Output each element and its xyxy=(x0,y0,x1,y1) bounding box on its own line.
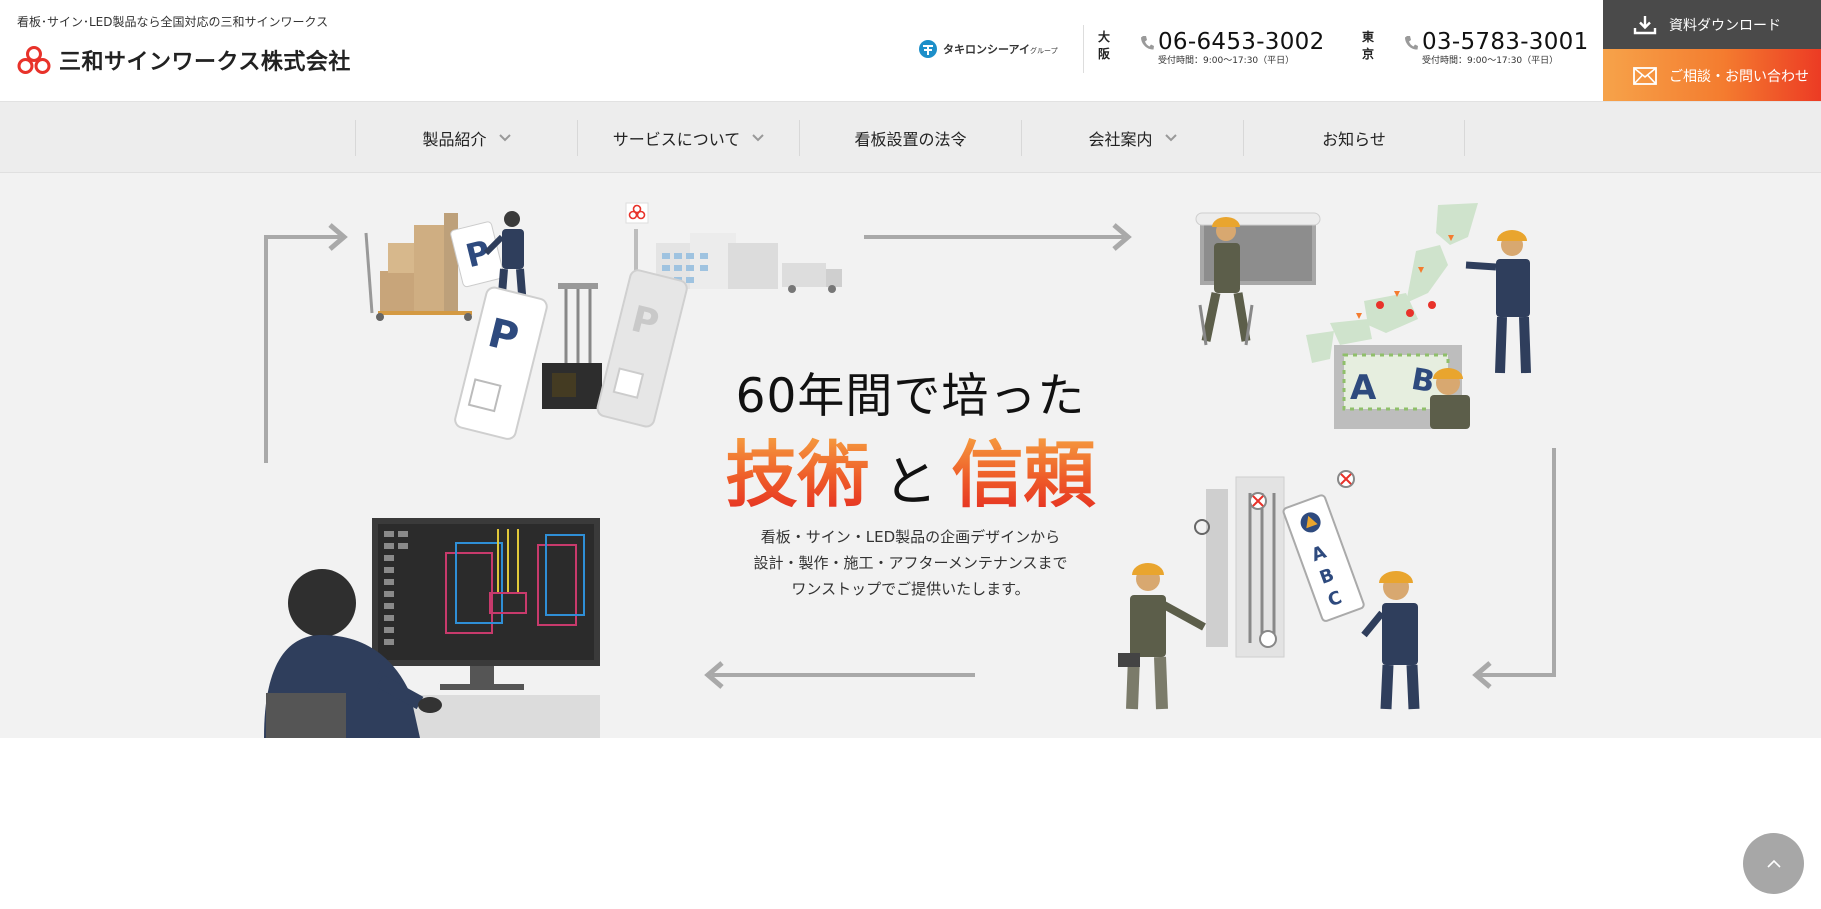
hero-word-technique: 技術 xyxy=(725,433,870,517)
arrow-bottom-center xyxy=(704,661,975,689)
nav-item-services[interactable]: サービスについて xyxy=(577,120,799,156)
group-suffix: グループ xyxy=(1030,47,1058,55)
download-icon xyxy=(1633,15,1657,35)
nav-item-news[interactable]: お知らせ xyxy=(1243,120,1465,156)
contact-button[interactable]: ご相談・お問い合わせ xyxy=(1603,49,1821,102)
hero-connector: と xyxy=(883,450,938,513)
contact-label: ご相談・お問い合わせ xyxy=(1669,68,1809,85)
designer-at-monitor xyxy=(264,518,600,738)
chevron-down-icon xyxy=(498,134,511,142)
chevron-up-icon xyxy=(1766,859,1781,868)
download-label: 資料ダウンロード xyxy=(1669,17,1781,34)
download-button[interactable]: 資料ダウンロード xyxy=(1603,0,1821,49)
hero-description-line: 設計・製作・施工・アフターメンテナンスまで xyxy=(753,554,1068,572)
header-tagline: 看板･サイン･LED製品なら全国対応の三和サインワークス xyxy=(17,15,329,29)
nav-item-label: 会社案内 xyxy=(1088,130,1153,149)
nav-item-company[interactable]: 会社案内 xyxy=(1021,120,1243,156)
nav-item-laws[interactable]: 看板設置の法令 xyxy=(799,120,1021,156)
nav-item-label: お知らせ xyxy=(1322,130,1386,149)
header-divider xyxy=(1083,25,1084,73)
hero-description-line: 看板・サイン・LED製品の企画デザインから xyxy=(760,528,1061,546)
chevron-down-icon xyxy=(752,134,764,142)
office-hours: 受付時間：9:00〜17:30（平日） xyxy=(1422,56,1559,66)
global-nav: 製品紹介 サービスについて 看板設置の法令 会社案内 お知らせ xyxy=(0,101,1821,173)
nav-item-label: 看板設置の法令 xyxy=(854,130,967,149)
sanwa-logo-icon xyxy=(17,45,51,75)
phone-icon xyxy=(1140,35,1154,55)
hero-word-trust: 信頼 xyxy=(951,433,1096,517)
phone-number[interactable]: 06-6453-3002 xyxy=(1158,29,1325,55)
page-top-button[interactable] xyxy=(1743,833,1804,894)
hero-headline-line2: 技術と信頼 xyxy=(0,416,1821,521)
hero-description-line: ワンストップでご提供いたします。 xyxy=(791,580,1030,598)
takiron-ci-logo-icon xyxy=(919,40,937,58)
company-name: 三和サインワークス株式会社 xyxy=(59,50,351,75)
office-hours: 受付時間：9:00〜17:30（平日） xyxy=(1158,56,1295,66)
mail-icon xyxy=(1633,66,1657,85)
phone-number[interactable]: 03-5783-3001 xyxy=(1422,29,1589,55)
chevron-down-icon xyxy=(1164,134,1177,142)
group-name: タキロンシーアイ xyxy=(943,43,1031,56)
phone-icon xyxy=(1404,35,1418,55)
group-logo: タキロンシーアイグループ xyxy=(918,39,1058,59)
nav-item-products[interactable]: 製品紹介 xyxy=(355,120,577,156)
arrow-top-right xyxy=(864,223,1132,251)
site-logo[interactable]: 三和サインワークス株式会社 xyxy=(17,44,351,76)
office-city: 東京 xyxy=(1362,30,1375,61)
nav-item-label: サービスについて xyxy=(612,130,741,149)
office-city: 大阪 xyxy=(1098,30,1111,61)
site-header: 看板･サイン･LED製品なら全国対応の三和サインワークス 三和サインワークス株式… xyxy=(0,0,1821,102)
hero-section: P P P A B A B C 60年間で培った 技術 と 信頼 看板・サイン・… xyxy=(0,173,1821,738)
nav-item-label: 製品紹介 xyxy=(422,130,487,149)
